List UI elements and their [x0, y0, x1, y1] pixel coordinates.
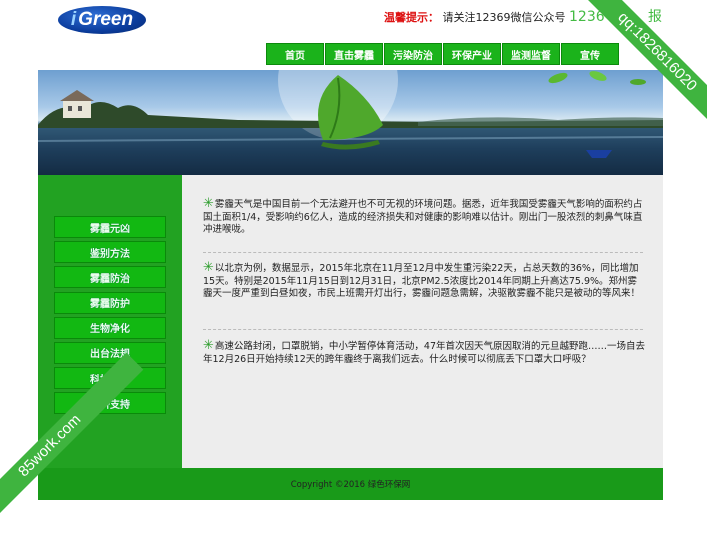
banner-image	[38, 70, 663, 175]
sidebar-item-haze-causes[interactable]: 雾霾元凶	[54, 216, 166, 238]
sidebar-item-bio-purification[interactable]: 生物净化	[54, 316, 166, 339]
paragraph-text: 雾霾天气是中国目前一个无法避开也不可无视的环境问题。据悉，近年我国受雾霾天气影响…	[203, 199, 643, 235]
sidebar-item-regulations[interactable]: 出台法规	[54, 341, 166, 364]
content-paragraph-1: ✳雾霾天气是中国目前一个无法避开也不可无视的环境问题。据悉，近年我国受雾霾天气影…	[203, 196, 646, 237]
asterisk-bullet-icon: ✳	[203, 338, 214, 353]
main-nav: 首页 直击雾霾 污染防治 环保产业 监测监督 宣传	[266, 43, 620, 65]
notice-trailing-end: 报	[648, 9, 662, 25]
notice-text: 请关注12369微信公众号	[442, 11, 566, 24]
asterisk-bullet-icon: ✳	[203, 260, 214, 275]
notice-bar: 温馨提示： 请关注12369微信公众号 1236	[384, 9, 605, 25]
banner-lake-leaf-illustration	[38, 70, 663, 175]
nav-item-home[interactable]: 首页	[266, 43, 324, 65]
notice-trailing-end-wrap: 报	[648, 6, 662, 26]
nav-item-monitoring[interactable]: 监测监督	[502, 43, 560, 65]
nav-item-pollution-control[interactable]: 污染防治	[384, 43, 442, 65]
asterisk-bullet-icon: ✳	[203, 196, 214, 211]
sidebar-item-identification[interactable]: 鉴别方法	[54, 241, 166, 264]
nav-item-publicity[interactable]: 宣传	[561, 43, 619, 65]
logo-text: Green	[78, 9, 134, 30]
nav-item-haze-focus[interactable]: 直击雾霾	[325, 43, 383, 65]
nav-item-eco-industry[interactable]: 环保产业	[443, 43, 501, 65]
page-footer: Copyright ©2016 绿色环保网	[38, 468, 663, 500]
content-divider	[203, 252, 643, 253]
content-paragraph-3: ✳高速公路封闭，口罩脱销，中小学暂停体育活动，47年首次因天气原因取消的元旦越野…	[203, 338, 646, 366]
content-paragraph-2: ✳以北京为例，数据显示，2015年北京在11月至12月中发生重污染22天，占总天…	[203, 260, 646, 301]
notice-label: 温馨提示：	[384, 11, 439, 24]
logo-mark-icon: i	[70, 9, 77, 30]
paragraph-text: 以北京为例，数据显示，2015年北京在11月至12月中发生重污染22天，占总天数…	[203, 263, 641, 299]
sidebar-item-haze-prevention[interactable]: 雾霾防治	[54, 266, 166, 289]
paragraph-text: 高速公路封闭，口罩脱销，中小学暂停体育活动，47年首次因天气原因取消的元旦越野跑…	[203, 341, 645, 365]
site-logo[interactable]: i Green	[58, 6, 146, 34]
content-divider	[203, 329, 643, 330]
footer-copyright: Copyright ©2016 绿色环保网	[290, 480, 411, 490]
sidebar-item-haze-protection[interactable]: 雾霾防护	[54, 291, 166, 314]
